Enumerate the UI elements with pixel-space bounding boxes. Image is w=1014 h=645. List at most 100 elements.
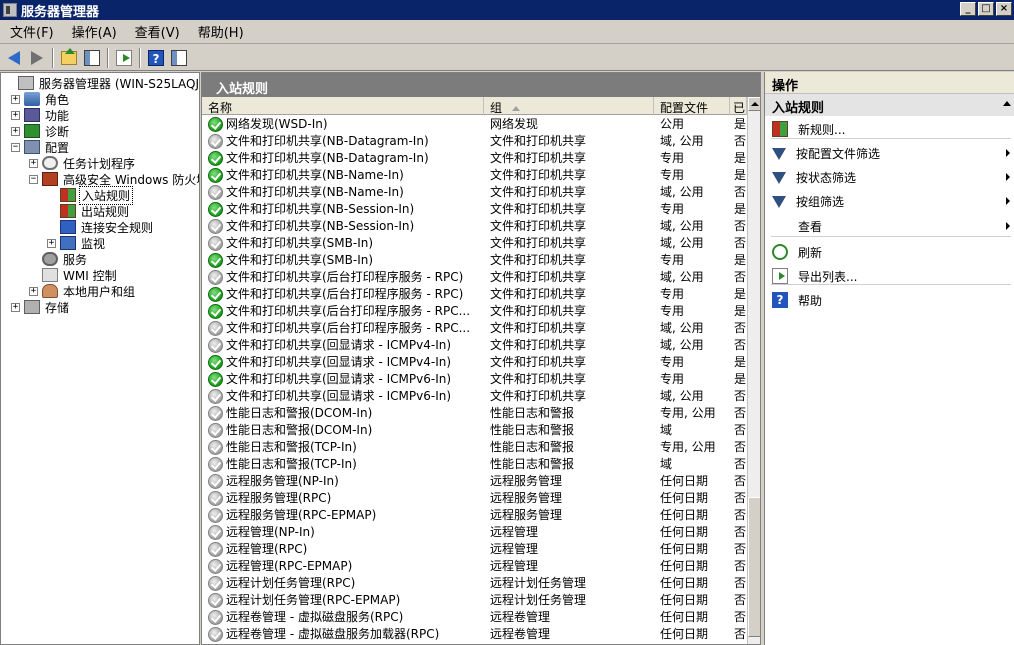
column-header-enabled[interactable]: 已 — [730, 97, 747, 115]
menu-help[interactable]: 帮助(H) — [188, 22, 252, 41]
show-hide-tree-button[interactable] — [82, 48, 102, 68]
help-button[interactable]: ? — [146, 48, 166, 68]
tree-item[interactable]: + 本地用户和组 — [29, 283, 137, 299]
expand-icon[interactable]: + — [29, 158, 38, 168]
table-row[interactable]: 远程管理(NP-In) 远程管理 任何日期 否 — [202, 524, 747, 541]
show-hide-action-pane-button[interactable] — [169, 48, 189, 68]
column-header-group[interactable]: 组 — [484, 97, 654, 115]
expand-icon[interactable]: + — [47, 238, 56, 248]
expand-icon[interactable]: + — [11, 110, 20, 120]
action-item[interactable]: 查看 — [765, 215, 1014, 237]
action-item[interactable]: 导出列表... — [765, 265, 1014, 287]
table-row[interactable]: 文件和打印机共享(NB-Session-In) 文件和打印机共享 域, 公用 否 — [202, 218, 747, 235]
tree-item[interactable]: + 存储 — [11, 299, 71, 315]
tree-item[interactable]: WMI 控制 — [29, 267, 119, 283]
table-row[interactable]: 文件和打印机共享(后台打印程序服务 - RPC) 文件和打印机共享 专用 是 — [202, 286, 747, 303]
forward-button[interactable] — [27, 48, 47, 68]
actions-section-header[interactable]: 入站规则 — [765, 94, 1014, 116]
table-row[interactable]: 文件和打印机共享(后台打印程序服务 - RPC... 文件和打印机共享 专用 是 — [202, 303, 747, 320]
expand-icon[interactable]: + — [11, 126, 20, 136]
back-button[interactable] — [4, 48, 24, 68]
table-row[interactable]: 文件和打印机共享(NB-Name-In) 文件和打印机共享 域, 公用 否 — [202, 184, 747, 201]
actions-header: 操作 — [765, 72, 1014, 94]
action-item[interactable]: 按组筛选 — [765, 190, 1014, 212]
expand-icon[interactable]: + — [29, 286, 38, 296]
expand-icon[interactable]: + — [11, 302, 20, 312]
tree-item[interactable]: 入站规则 — [47, 185, 134, 205]
menu-file[interactable]: 文件(F) — [0, 22, 62, 41]
table-row[interactable]: 性能日志和警报(TCP-In) 性能日志和警报 域 否 — [202, 456, 747, 473]
table-row[interactable]: 远程卷管理 - 虚拟磁盘服务(RPC) 远程卷管理 任何日期 否 — [202, 609, 747, 626]
export-icon — [116, 49, 132, 66]
menu-action[interactable]: 操作(A) — [62, 22, 125, 41]
table-row[interactable]: 性能日志和警报(TCP-In) 性能日志和警报 专用, 公用 否 — [202, 439, 747, 456]
table-row[interactable]: 性能日志和警报(DCOM-In) 性能日志和警报 专用, 公用 否 — [202, 405, 747, 422]
table-row[interactable]: 远程计划任务管理(RPC) 远程计划任务管理 任何日期 否 — [202, 575, 747, 592]
table-row[interactable]: 文件和打印机共享(回显请求 - ICMPv4-In) 文件和打印机共享 专用 是 — [202, 354, 747, 371]
rule-enabled-cell: 否 — [734, 236, 747, 250]
column-header-name[interactable]: 名称 — [202, 97, 484, 115]
table-row[interactable]: 文件和打印机共享(后台打印程序服务 - RPC... 文件和打印机共享 域, 公用 否 — [202, 320, 747, 337]
collapse-icon[interactable]: − — [29, 174, 38, 184]
action-item[interactable]: 按配置文件筛选 — [765, 142, 1014, 164]
tree-item[interactable]: + 任务计划程序 — [29, 155, 137, 171]
tree-item[interactable]: − 配置 — [11, 139, 71, 155]
tree-item[interactable]: 服务器管理器 (WIN-S25LAQJL5L — [5, 75, 199, 91]
table-row[interactable]: 文件和打印机共享(SMB-In) 文件和打印机共享 域, 公用 否 — [202, 235, 747, 252]
table-row[interactable]: 远程卷管理 - 虚拟磁盘服务加载器(RPC) 远程卷管理 任何日期 否 — [202, 626, 747, 643]
vertical-scrollbar[interactable] — [747, 97, 760, 644]
table-row[interactable]: 文件和打印机共享(NB-Session-In) 文件和打印机共享 专用 是 — [202, 201, 747, 218]
action-item[interactable]: 按状态筛选 — [765, 166, 1014, 188]
close-button[interactable]: × — [996, 2, 1012, 16]
action-item[interactable]: ? 帮助 — [765, 289, 1014, 311]
title-bar: 服务器管理器 _ □ × — [0, 0, 1014, 20]
tree-item[interactable]: + 角色 — [11, 91, 71, 107]
rule-name-cell: 远程计划任务管理(RPC-EPMAP) — [226, 593, 401, 607]
menu-view[interactable]: 查看(V) — [125, 22, 188, 41]
collapse-icon[interactable] — [1003, 101, 1011, 106]
action-item[interactable]: 刷新 — [765, 241, 1014, 263]
table-row[interactable]: 文件和打印机共享(回显请求 - ICMPv6-In) 文件和打印机共享 专用 是 — [202, 371, 747, 388]
tree-item[interactable]: + 功能 — [11, 107, 71, 123]
up-level-button[interactable] — [59, 47, 79, 68]
table-row[interactable]: 远程服务管理(RPC-EPMAP) 远程服务管理 任何日期 否 — [202, 507, 747, 524]
action-item[interactable]: 新规则... — [765, 118, 1014, 140]
rule-enabled-cell: 否 — [734, 542, 747, 556]
table-row[interactable]: 文件和打印机共享(NB-Datagram-In) 文件和打印机共享 域, 公用 否 — [202, 133, 747, 150]
table-row[interactable]: 文件和打印机共享(NB-Name-In) 文件和打印机共享 专用 是 — [202, 167, 747, 184]
rule-name-cell: 远程服务管理(RPC-EPMAP) — [226, 508, 377, 522]
tree-item[interactable]: + 诊断 — [11, 123, 71, 139]
scroll-up-arrow-icon[interactable] — [748, 97, 760, 111]
table-row[interactable]: 远程计划任务管理(RPC-EPMAP) 远程计划任务管理 任何日期 否 — [202, 592, 747, 609]
maximize-button[interactable]: □ — [978, 2, 994, 16]
rule-name-cell: 远程管理(RPC) — [226, 542, 308, 556]
tree-item-label: 监视 — [81, 236, 106, 251]
table-row[interactable]: 远程管理(RPC-EPMAP) 远程管理 任何日期 否 — [202, 558, 747, 575]
table-row[interactable]: 性能日志和警报(DCOM-In) 性能日志和警报 域 否 — [202, 422, 747, 439]
table-row[interactable]: 远程服务管理(NP-In) 远程服务管理 任何日期 否 — [202, 473, 747, 490]
table-row[interactable]: 网络发现(WSD-In) 网络发现 公用 是 — [202, 116, 747, 133]
rule-name-cell: 性能日志和警报(DCOM-In) — [226, 423, 373, 437]
minimize-button[interactable]: _ — [960, 2, 976, 16]
column-header-profile[interactable]: 配置文件 — [654, 97, 730, 115]
scrollbar-thumb[interactable] — [748, 497, 760, 637]
tree-item[interactable]: 连接安全规则 — [47, 219, 155, 235]
table-row[interactable]: 文件和打印机共享(后台打印程序服务 - RPC) 文件和打印机共享 域, 公用 否 — [202, 269, 747, 286]
tree-item[interactable]: 服务 — [29, 251, 89, 267]
table-row[interactable]: 文件和打印机共享(回显请求 - ICMPv4-In) 文件和打印机共享 域, 公用 否 — [202, 337, 747, 354]
tree-item[interactable]: + 监视 — [47, 235, 107, 251]
table-row[interactable]: 远程服务管理(RPC) 远程服务管理 任何日期 否 — [202, 490, 747, 507]
export-button[interactable] — [114, 48, 134, 68]
tree-item[interactable]: 出站规则 — [47, 203, 131, 219]
rule-group-cell: 远程卷管理 — [490, 610, 551, 624]
rule-profile-cell: 域, 公用 — [660, 338, 704, 352]
rule-disabled-icon — [208, 559, 223, 574]
expand-icon[interactable]: + — [11, 94, 20, 104]
table-row[interactable]: 文件和打印机共享(SMB-In) 文件和打印机共享 专用 是 — [202, 252, 747, 269]
collapse-icon[interactable]: − — [11, 142, 20, 152]
table-row[interactable]: 文件和打印机共享(回显请求 - ICMPv6-In) 文件和打印机共享 域, 公用 否 — [202, 388, 747, 405]
rule-profile-cell: 域, 公用 — [660, 185, 704, 199]
table-row[interactable]: 远程管理(RPC) 远程管理 任何日期 否 — [202, 541, 747, 558]
rule-profile-cell: 公用 — [660, 117, 685, 131]
table-row[interactable]: 文件和打印机共享(NB-Datagram-In) 文件和打印机共享 专用 是 — [202, 150, 747, 167]
